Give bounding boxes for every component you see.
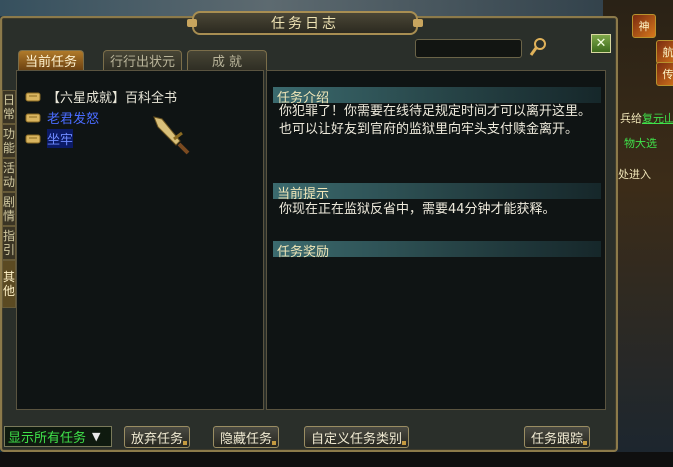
- abandon-task-button[interactable]: 放弃任务: [124, 426, 191, 448]
- hud-notice-2[interactable]: 物大选: [624, 135, 673, 151]
- track-task-button[interactable]: 任务跟踪: [524, 426, 591, 448]
- hint-header: 当前提示: [273, 183, 601, 202]
- hide-task-button[interactable]: 隐藏任务: [213, 426, 280, 448]
- reward-header: 任务奖励: [273, 241, 601, 260]
- tab-career[interactable]: 行行出状元: [103, 50, 183, 70]
- side-tab-function[interactable]: 功能: [2, 124, 16, 158]
- quest-label: 老君发怒: [47, 112, 100, 127]
- quest-item[interactable]: 【六星成就】百科全书: [25, 87, 177, 106]
- intro-header: 任务介绍: [273, 87, 601, 106]
- side-tab-daily[interactable]: 日常: [2, 90, 16, 124]
- custom-category-button[interactable]: 自定义任务类别: [304, 426, 410, 448]
- dagger-cursor-icon: [153, 116, 190, 155]
- quest-label: 坐牢: [47, 129, 74, 148]
- quest-detail-panel: 任务介绍 你犯罪了！你需要在线待足规定时间才可以离开这里。也可以让好友到官府的监…: [266, 70, 606, 410]
- task-log-window: 任务日志 ✕ 当前任务 行行出状元 成 就 日常 功能 活动 剧情 指引 其他 …: [0, 11, 618, 452]
- intro-text: 你犯罪了！你需要在线待足规定时间才可以离开这里。也可以让好友到官府的监狱里向牢头…: [279, 104, 592, 137]
- search-icon[interactable]: [529, 36, 549, 58]
- side-tab-guide[interactable]: 指引: [2, 226, 16, 260]
- quest-item[interactable]: 老君发怒: [25, 108, 99, 127]
- chevron-down-icon: ▼: [92, 430, 101, 443]
- quest-item-selected[interactable]: 坐牢: [25, 129, 74, 148]
- task-filter-dropdown[interactable]: 显示所有任务 ▼: [4, 426, 112, 447]
- window-title: 任务日志: [187, 11, 423, 35]
- hint-text: 你现在正在监狱反省中，需要44分钟才能获释。: [279, 202, 556, 217]
- quest-label: 【六星成就】百科全书: [47, 91, 178, 106]
- scroll-icon: [25, 92, 41, 101]
- hud-notice-1-text: 兵给: [620, 112, 642, 125]
- hud-notice-3: 处进入: [618, 168, 651, 181]
- hud-icon-2[interactable]: 航: [656, 40, 673, 64]
- scroll-icon: [25, 113, 41, 122]
- task-filter-value: 显示所有任务: [8, 431, 87, 446]
- hud-notice-1: 兵给复元山: [620, 110, 673, 126]
- search-input[interactable]: [415, 39, 522, 58]
- tab-achievements[interactable]: 成 就: [187, 50, 267, 70]
- close-button[interactable]: ✕: [591, 34, 611, 53]
- bottom-ticker: [0, 452, 673, 467]
- hud-icon-1[interactable]: 神: [632, 14, 656, 38]
- scroll-icon: [25, 134, 41, 143]
- hud-icon-3[interactable]: 传: [656, 62, 673, 86]
- side-tab-other[interactable]: 其他: [2, 260, 16, 308]
- side-tab-activity[interactable]: 活动: [2, 158, 16, 192]
- tab-current-tasks[interactable]: 当前任务: [18, 50, 85, 70]
- hud-notice-1-link[interactable]: 复元山: [642, 112, 673, 125]
- quest-list-panel: 【六星成就】百科全书 老君发怒 坐牢: [16, 70, 264, 410]
- side-tab-story[interactable]: 剧情: [2, 192, 16, 226]
